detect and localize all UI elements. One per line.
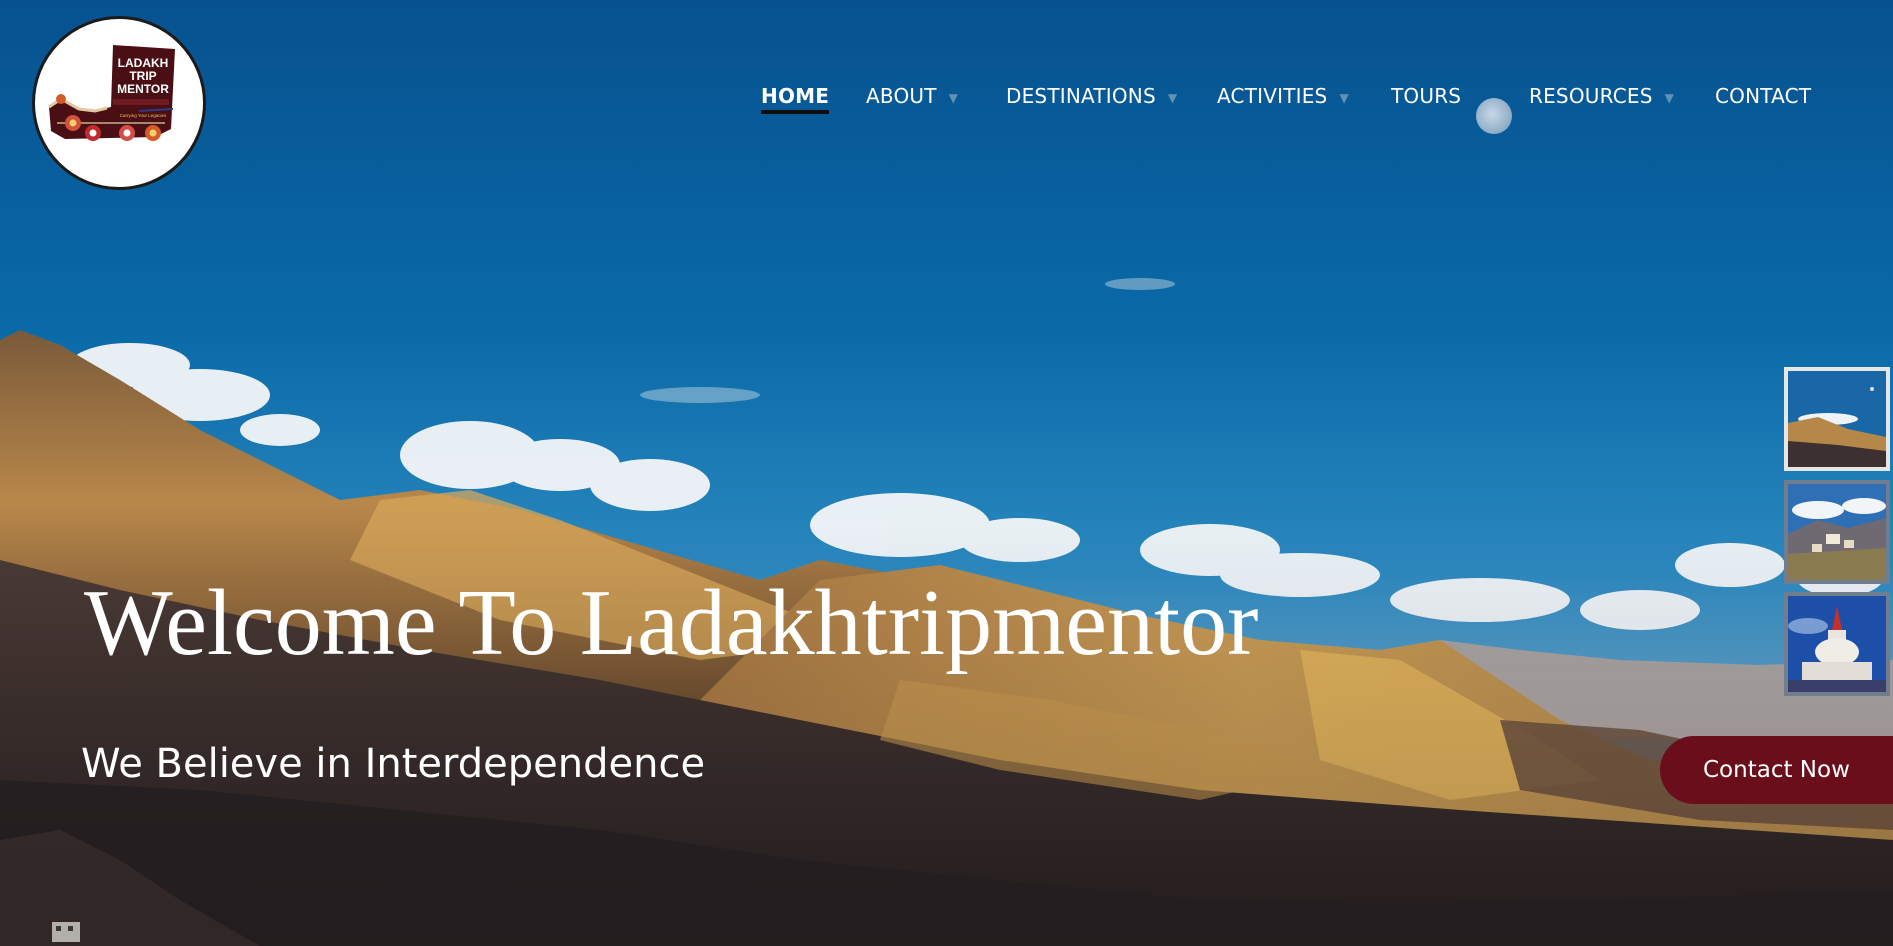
hero-section <box>0 0 1893 946</box>
mountain-landscape-thumbnail-image <box>1788 371 1886 467</box>
nav-item-label: DESTINATIONS <box>1006 84 1156 108</box>
nav-item-label: TOURS <box>1391 84 1462 108</box>
nav-item-label: ABOUT <box>866 84 937 108</box>
hero-title: Welcome To Ladakhtripmentor <box>84 571 1259 675</box>
chevron-down-icon: ▼ <box>1339 90 1349 105</box>
svg-text:TRIP: TRIP <box>129 69 156 83</box>
nav-item-label: RESOURCES <box>1529 84 1653 108</box>
nav-item-destinations[interactable]: DESTINATIONS ▼ <box>1006 84 1177 108</box>
slider-thumbnail-stupa-night[interactable] <box>1784 592 1890 696</box>
contact-now-button[interactable]: Contact Now <box>1660 736 1893 804</box>
slider-thumbnail-monastery-village[interactable] <box>1784 480 1890 584</box>
nav-item-home[interactable]: HOME <box>761 84 830 114</box>
chevron-down-icon: ▼ <box>1167 90 1178 105</box>
nav-item-label: HOME <box>761 84 830 108</box>
nav-item-tours[interactable]: TOURS <box>1391 84 1461 108</box>
chevron-down-icon: ▼ <box>948 90 959 105</box>
active-indicator <box>761 110 830 114</box>
nav-item-contact[interactable]: CONTACT <box>1715 84 1811 108</box>
nav-item-label: ACTIVITIES <box>1217 84 1328 108</box>
nav-item-activities[interactable]: ACTIVITIES ▼ <box>1217 84 1349 108</box>
nav-item-label: CONTACT <box>1715 84 1812 108</box>
stupa-night-thumbnail-image <box>1788 596 1886 692</box>
hero-subtitle: We Believe in Interdependence <box>81 741 706 787</box>
hero-background-image <box>0 0 1893 946</box>
chevron-down-icon: ▼ <box>1664 90 1675 105</box>
monastery-village-thumbnail-image <box>1788 484 1886 580</box>
svg-text:LADAKH: LADAKH <box>118 56 169 70</box>
nav-item-about[interactable]: ABOUT ▼ <box>866 84 958 108</box>
nav-item-resources[interactable]: RESOURCES ▼ <box>1529 84 1674 108</box>
main-navigation: HOME ABOUT ▼ DESTINATIONS ▼ ACTIVITIES ▼ TO… <box>0 84 1893 118</box>
slider-thumbnail-mountain-landscape[interactable] <box>1784 367 1890 471</box>
